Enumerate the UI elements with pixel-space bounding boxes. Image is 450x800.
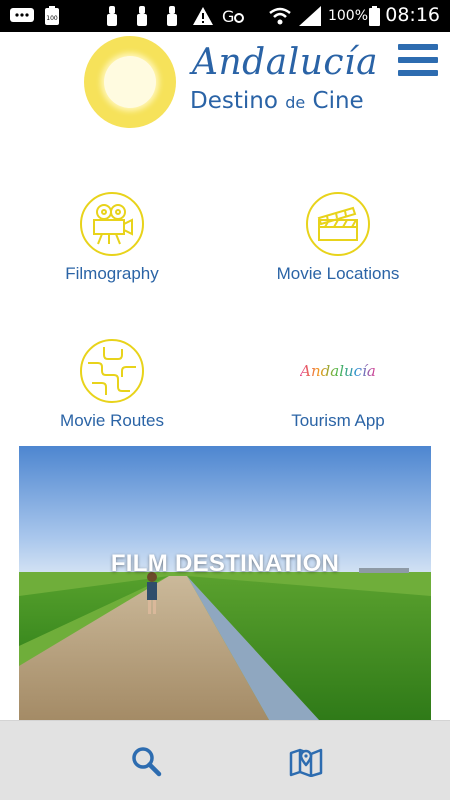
hamburger-menu-icon[interactable] [398,44,438,76]
tile-movie-locations[interactable]: Movie Locations [238,192,438,302]
search-icon[interactable] [126,741,166,781]
banner-image [19,446,431,720]
logo-title: Andalucía [192,42,379,83]
bottom-nav [0,720,450,800]
logo-subtitle-de: de [285,93,306,112]
sun-logo-icon [84,36,176,128]
gps-icon: G [222,6,244,26]
tile-label: Filmography [65,264,159,283]
tile-label: Tourism App [291,411,385,430]
film-destination-banner[interactable]: FILM DESTINATION [19,446,431,720]
wifi-icon [268,6,292,26]
logo-subtitle-main: Destino [190,88,278,114]
banner-title: FILM DESTINATION [110,550,340,577]
tile-movie-routes[interactable]: Movie Routes [12,339,212,449]
status-bar: 100 G 100% 08:16 [0,0,450,32]
andalucia-logo: Andalucía [290,357,386,385]
app-header: Andalucía Destino de Cine [0,32,450,132]
tile-filmography[interactable]: Filmography [12,192,212,302]
warning-icon [192,6,214,26]
map-pin-icon[interactable] [286,741,326,781]
clock: 08:16 [385,4,440,26]
svg-text:G: G [222,7,234,26]
chat-icon [8,6,36,26]
andalucia-logo-text: Andalucía [300,362,376,380]
usb-icon [164,6,180,26]
route-map-icon [80,339,144,403]
tile-label: Movie Routes [60,411,164,430]
tile-label: Movie Locations [276,264,400,283]
battery-100-icon: 100 [42,6,62,26]
tile-tourism-app[interactable]: Andalucía Tourism App [238,339,438,449]
usb-icon [134,6,150,26]
logo-subtitle: Destino de Cine [190,88,364,114]
svg-text:100: 100 [46,15,58,22]
film-projector-icon [80,192,144,256]
battery-percent: 100% [327,8,368,24]
battery-icon [368,6,380,26]
usb-icon [104,6,120,26]
clapperboard-icon [306,192,370,256]
logo-subtitle-end: Cine [312,88,364,114]
signal-icon [298,6,322,26]
